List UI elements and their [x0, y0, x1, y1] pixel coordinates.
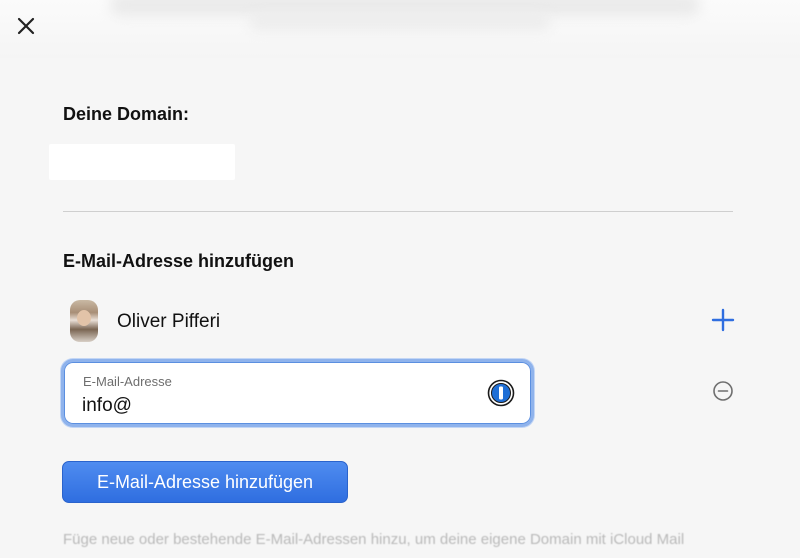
- avatar: [70, 300, 98, 342]
- footer-description: Füge neue oder bestehende E-Mail-Adresse…: [63, 531, 685, 548]
- user-row: Oliver Pifferi: [70, 300, 740, 342]
- close-button[interactable]: [14, 14, 38, 38]
- divider: [63, 211, 733, 212]
- password-manager-icon[interactable]: [487, 379, 515, 407]
- close-icon: [17, 17, 35, 35]
- avatar-face: [77, 310, 91, 326]
- email-input[interactable]: [82, 394, 462, 418]
- blurred-header-shape: [250, 14, 550, 30]
- user-name: Oliver Pifferi: [117, 311, 221, 332]
- minus-circle-icon[interactable]: [712, 380, 734, 402]
- email-address-field[interactable]: E-Mail-Adresse: [61, 359, 534, 427]
- blurred-header: [0, 0, 800, 58]
- add-email-section-title: E-Mail-Adresse hinzufügen: [63, 251, 295, 271]
- domain-label: Deine Domain:: [63, 104, 190, 124]
- plus-icon[interactable]: [709, 306, 737, 334]
- custom-domain-sheet: Deine Domain: E-Mail-Adresse hinzufügen …: [0, 0, 800, 558]
- domain-value: [49, 144, 235, 180]
- add-email-button[interactable]: E-Mail-Adresse hinzufügen: [62, 461, 348, 503]
- email-field-label: E-Mail-Adresse: [83, 374, 172, 389]
